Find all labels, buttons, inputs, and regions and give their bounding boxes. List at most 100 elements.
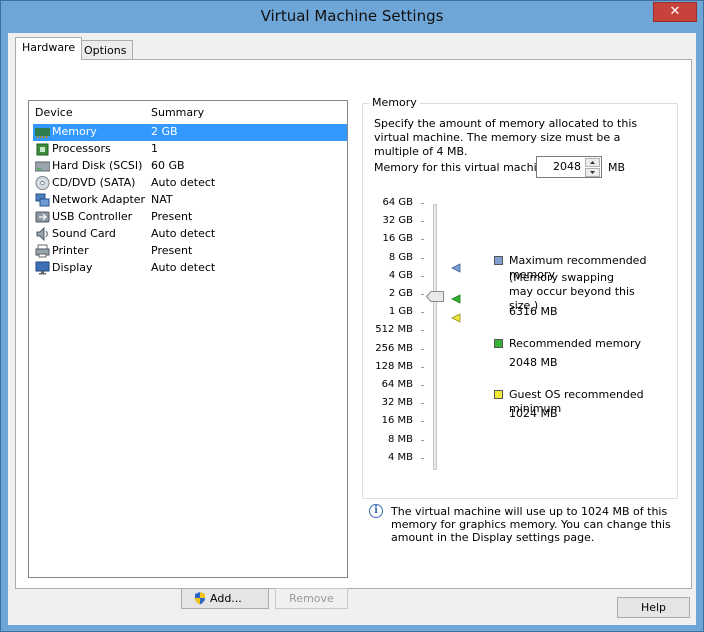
device-row-memory[interactable]: Memory 2 GB: [33, 124, 347, 141]
column-header-summary[interactable]: Summary: [151, 106, 204, 119]
info-text: The virtual machine will use up to 1024 …: [391, 505, 671, 544]
scale-tick: [421, 239, 424, 241]
scale-tick: [421, 294, 424, 295]
memory-slider-track[interactable]: [433, 204, 437, 470]
device-summary: Auto detect: [151, 261, 216, 274]
hard-disk-icon: [35, 161, 50, 172]
device-name: Sound Card: [52, 227, 116, 240]
scale-tick: [421, 439, 424, 441]
window-title: Virtual Machine Settings: [260, 7, 444, 25]
device-row-processors[interactable]: Processors 1: [33, 141, 347, 158]
scale-tick: [421, 421, 424, 423]
scale-label: 32 MB: [381, 397, 413, 409]
dialog-client-area: Hardware Options Device Summary Memory 2 …: [8, 33, 696, 625]
info-icon: i: [369, 504, 383, 518]
device-name: Hard Disk (SCSI): [52, 159, 143, 172]
device-row-usb-controller[interactable]: USB Controller Present: [33, 209, 347, 226]
scale-label: 1 GB: [388, 306, 413, 318]
recommended-marker-icon: [451, 294, 461, 304]
sound-card-icon: [36, 227, 48, 241]
column-header-device[interactable]: Device: [35, 106, 73, 119]
close-button[interactable]: ✕: [653, 2, 697, 22]
recommended-title: Recommended memory: [509, 337, 642, 350]
device-summary: Auto detect: [151, 176, 216, 189]
spin-up-button[interactable]: [585, 158, 600, 167]
device-summary: 1: [151, 142, 158, 155]
processor-icon: [36, 143, 49, 156]
device-row-printer[interactable]: Printer Present: [33, 243, 347, 260]
scale-tick: [421, 221, 424, 223]
scale-label: 2 GB: [388, 288, 413, 299]
scale-tick: [421, 385, 424, 386]
device-name: Network Adapter: [52, 193, 146, 206]
device-list[interactable]: Device Summary Memory 2 GB Processors 1 Hard…: [28, 100, 348, 578]
memory-group-title: Memory: [369, 96, 420, 109]
device-name: Processors: [52, 142, 111, 155]
spin-down-button[interactable]: [585, 168, 600, 177]
hardware-tab-panel: Device Summary Memory 2 GB Processors 1 Hard…: [15, 59, 692, 609]
usb-controller-icon: [35, 211, 50, 223]
max-recommended-value: 6316 MB: [509, 305, 558, 318]
title-bar[interactable]: Virtual Machine Settings ✕: [1, 1, 703, 33]
memory-spinbox[interactable]: 2048: [536, 156, 602, 178]
device-summary: Auto detect: [151, 227, 216, 240]
device-name: Memory: [52, 125, 97, 138]
add-button-label: Add...: [210, 592, 242, 605]
memory-slider-thumb[interactable]: [426, 291, 444, 302]
memory-field-label: Memory for this virtual machine:: [374, 161, 555, 174]
scale-label: 4 GB: [388, 269, 413, 281]
scale-label: 256 MB: [375, 342, 413, 354]
device-row-display[interactable]: Display Auto detect: [33, 260, 347, 277]
scale-label: 16 MB: [381, 415, 413, 427]
device-summary: Present: [151, 210, 193, 223]
device-summary: NAT: [151, 193, 173, 206]
scale-label: 8 MB: [387, 433, 413, 445]
scale-label: 8 GB: [388, 251, 413, 263]
cd-dvd-icon: [35, 176, 50, 190]
scale-label: 64 GB: [382, 197, 413, 208]
scale-label: 128 MB: [375, 360, 413, 372]
arrow-down-icon: [590, 171, 595, 174]
scale-tick: [421, 275, 424, 277]
device-summary: 60 GB: [151, 159, 185, 172]
add-button[interactable]: Add...: [181, 588, 269, 609]
guest-minimum-value: 1024 MB: [509, 407, 558, 420]
device-row-network-adapter[interactable]: Network Adapter NAT: [33, 192, 347, 209]
help-button[interactable]: Help: [617, 597, 690, 618]
scale-label: 32 GB: [382, 215, 413, 227]
max-recommended-marker-icon: [451, 263, 461, 273]
device-name: USB Controller: [52, 210, 133, 223]
device-summary: 2 GB: [151, 125, 178, 138]
device-summary: Present: [151, 244, 193, 257]
memory-groupbox: Memory Specify the amount of memory allo…: [362, 96, 678, 499]
arrow-up-icon: [590, 161, 595, 164]
device-name: Printer: [52, 244, 89, 257]
scale-tick: [421, 366, 424, 368]
tab-hardware[interactable]: Hardware: [15, 37, 83, 60]
scale-label: 512 MB: [375, 324, 413, 336]
tab-options[interactable]: Options: [77, 40, 134, 60]
vm-settings-window: Virtual Machine Settings ✕ Hardware Opti…: [0, 0, 704, 632]
guest-minimum-marker-icon: [451, 313, 461, 323]
scale-tick: [421, 312, 424, 314]
memory-unit-label: MB: [608, 161, 626, 174]
network-adapter-icon: [35, 193, 50, 207]
device-name: Display: [52, 261, 93, 274]
device-row-hard-disk-scsi[interactable]: Hard Disk (SCSI) 60 GB: [33, 158, 347, 175]
memory-icon: [35, 128, 50, 138]
guest-minimum-color-icon: [494, 390, 503, 399]
scale-label: 4 MB: [387, 451, 413, 463]
memory-description: Specify the amount of memory allocated t…: [374, 117, 638, 158]
device-row-cd-dvd-sata[interactable]: CD/DVD (SATA) Auto detect: [33, 175, 347, 192]
display-icon: [35, 261, 50, 275]
scale-label: 16 GB: [382, 233, 413, 245]
recommended-color-icon: [494, 339, 503, 348]
memory-value-input[interactable]: 2048: [553, 160, 581, 173]
device-name: CD/DVD (SATA): [52, 176, 136, 189]
remove-button[interactable]: Remove: [275, 588, 348, 609]
scale-label: 64 MB: [381, 379, 413, 390]
scale-tick: [421, 203, 424, 204]
shield-icon: [195, 592, 205, 605]
scale-tick: [421, 330, 424, 332]
device-row-sound-card[interactable]: Sound Card Auto detect: [33, 226, 347, 243]
